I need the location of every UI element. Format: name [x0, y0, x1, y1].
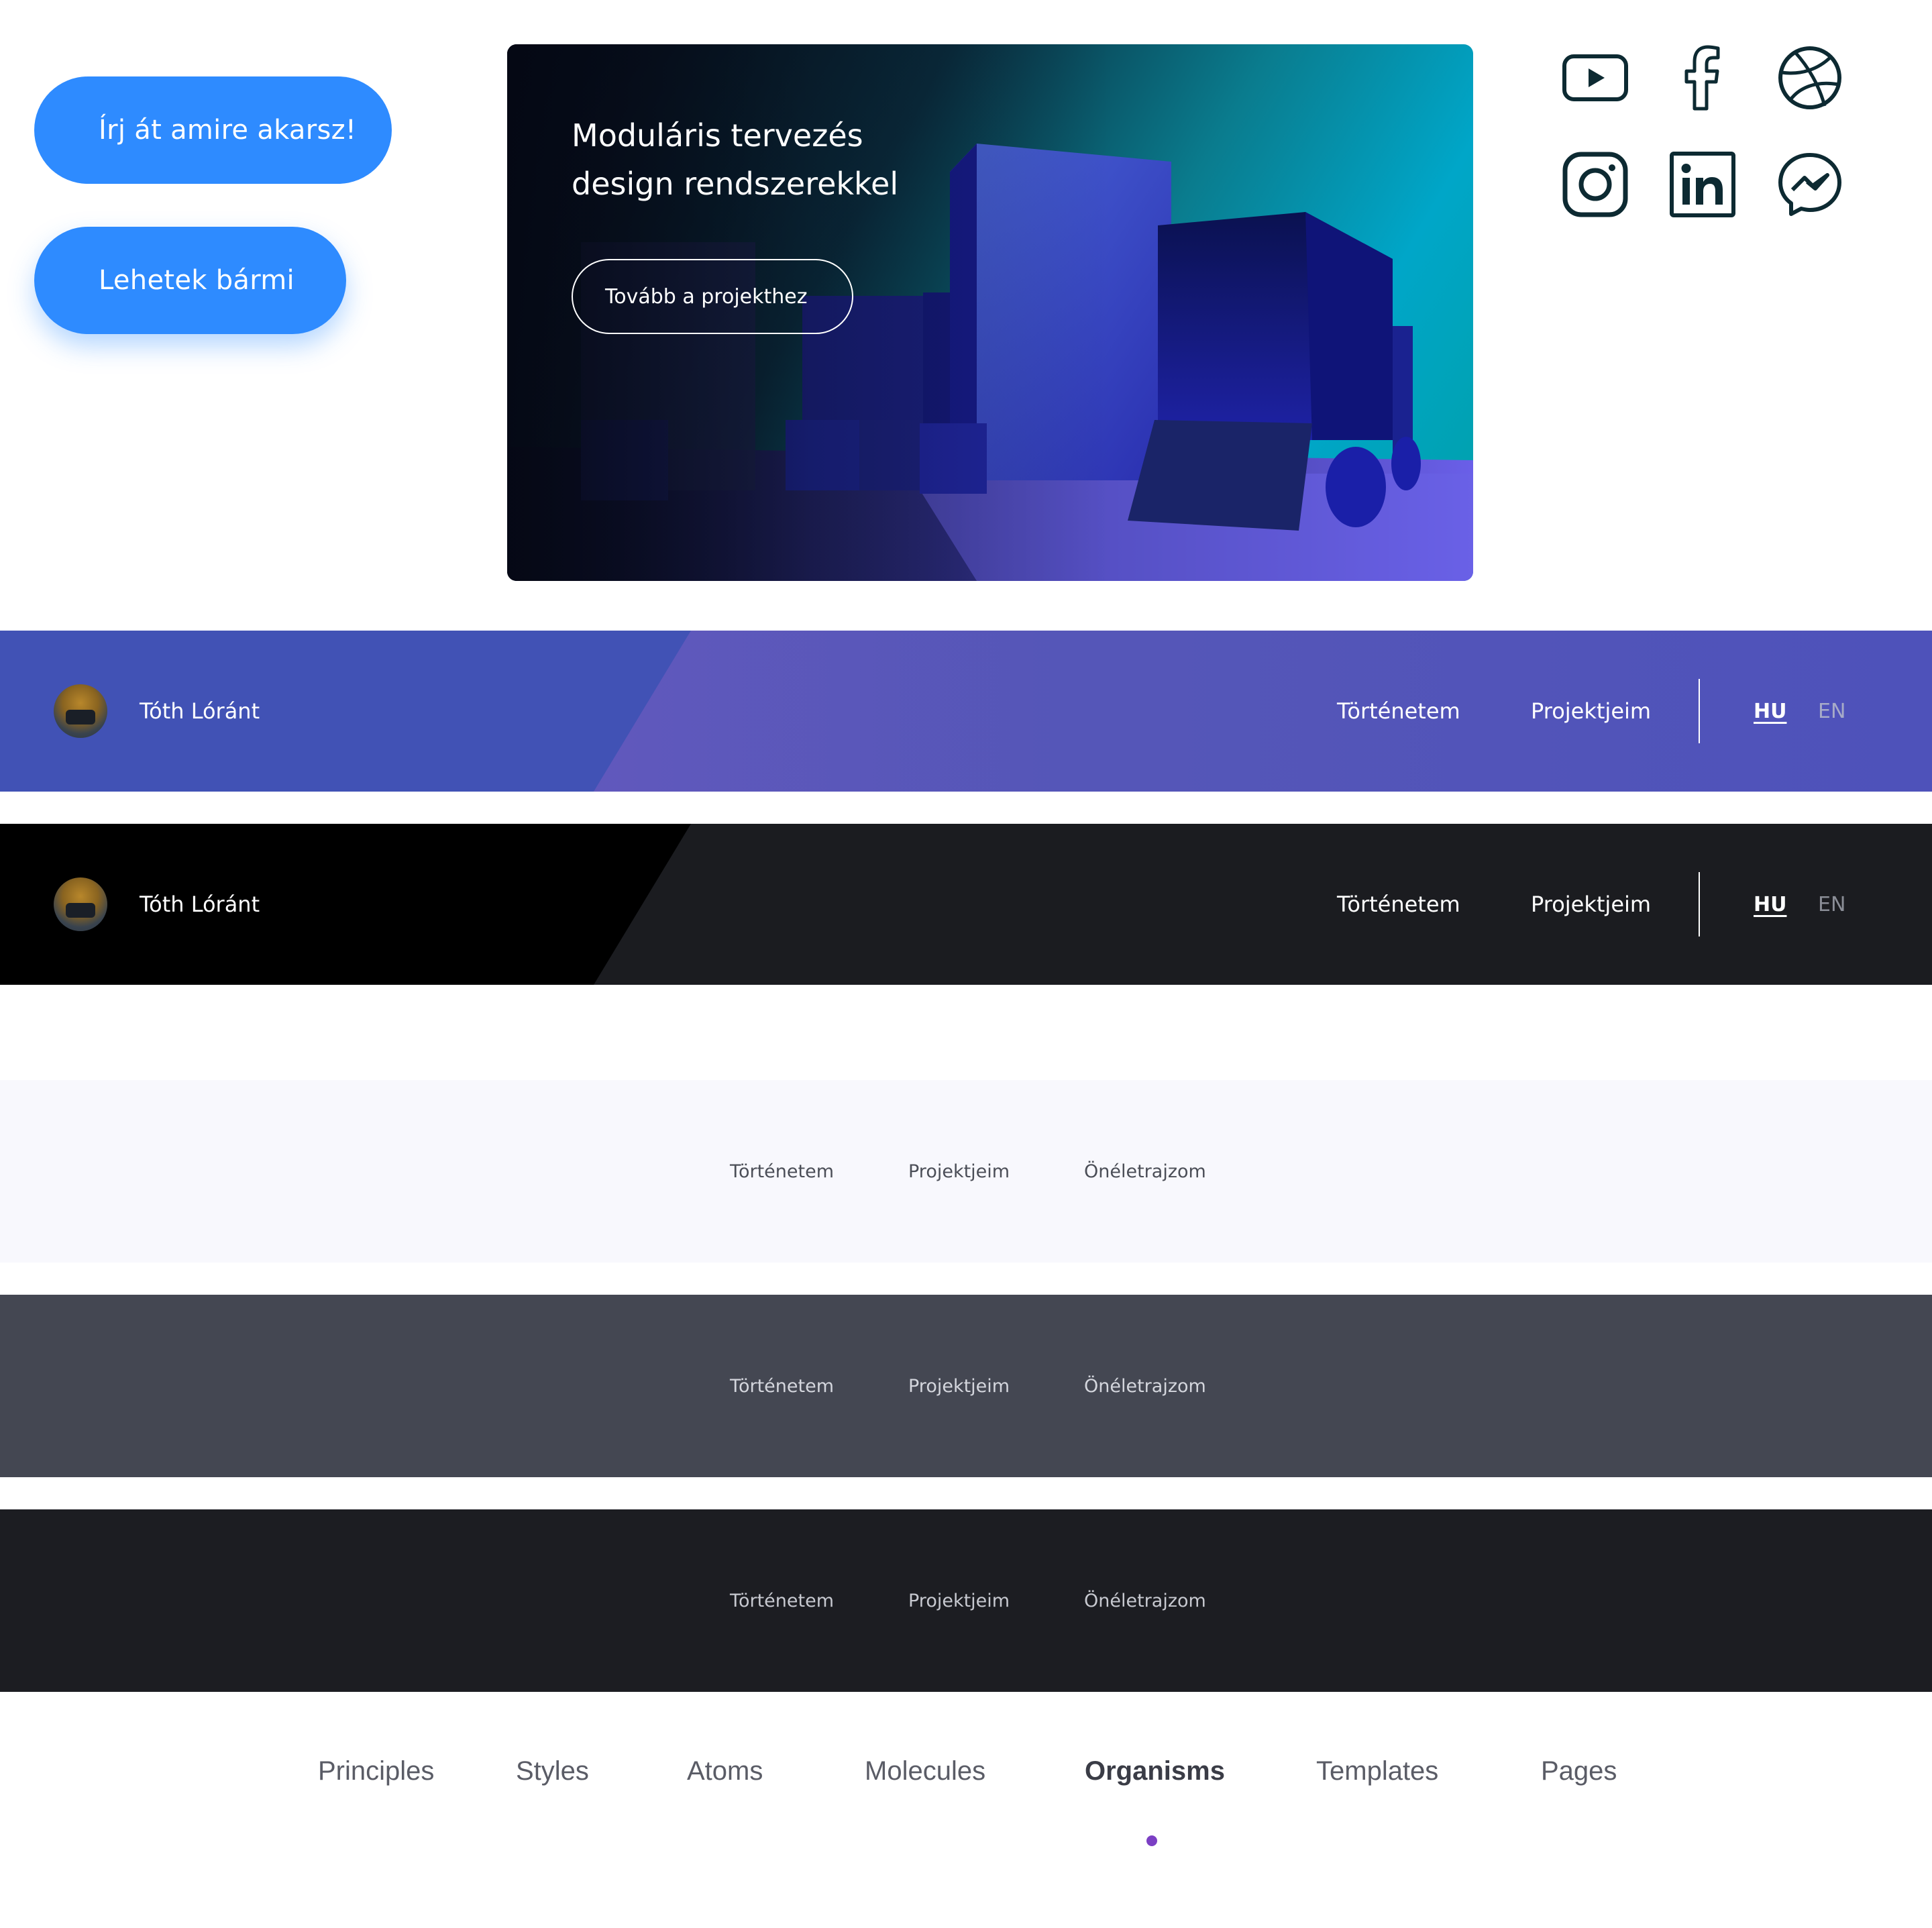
active-tab-indicator: [1146, 1835, 1157, 1846]
nav-link-oneletrajzom[interactable]: Önéletrajzom: [1084, 1295, 1206, 1477]
lang-hu-link[interactable]: HU: [1754, 631, 1786, 792]
nav-divider: [1699, 679, 1700, 743]
tab-styles[interactable]: Styles: [516, 1744, 589, 1798]
lang-hu-link[interactable]: HU: [1754, 824, 1786, 985]
hero-title-line-2: design rendszerekkel: [572, 166, 899, 202]
linkedin-icon[interactable]: [1669, 151, 1736, 218]
primary-pill-button[interactable]: Írj át amire akarsz!: [34, 76, 392, 184]
youtube-icon[interactable]: [1562, 44, 1629, 111]
header-dark: Tóth Lóránt Történetem Projektjeim HU EN: [0, 824, 1932, 985]
hero-title: Moduláris tervezés design rendszerekkel: [572, 111, 947, 208]
nav-bar-light: Történetem Projektjeim Önéletrajzom: [0, 1080, 1932, 1263]
nav-link-projektjeim[interactable]: Projektjeim: [908, 1080, 1010, 1263]
header-name[interactable]: Tóth Lóránt: [140, 631, 260, 792]
tab-atoms[interactable]: Atoms: [687, 1744, 763, 1798]
avatar[interactable]: [54, 877, 107, 931]
lang-en-link[interactable]: EN: [1818, 824, 1845, 985]
primary-pill-label: Írj át amire akarsz!: [99, 115, 357, 146]
header-name[interactable]: Tóth Lóránt: [140, 824, 260, 985]
secondary-pill-button[interactable]: Lehetek bármi: [34, 227, 346, 334]
hero-title-line-1: Moduláris tervezés: [572, 117, 863, 154]
nav-link-tortenetem[interactable]: Történetem: [730, 1295, 834, 1477]
dribbble-icon[interactable]: [1776, 44, 1843, 111]
nav-link-tortenetem[interactable]: Történetem: [730, 1080, 834, 1263]
nav-link-projektjeim[interactable]: Projektjeim: [1531, 824, 1651, 985]
avatar[interactable]: [54, 684, 107, 738]
nav-bar-gray: Történetem Projektjeim Önéletrajzom: [0, 1295, 1932, 1477]
tab-templates[interactable]: Templates: [1316, 1744, 1438, 1798]
messenger-icon[interactable]: [1776, 151, 1843, 218]
secondary-pill-label: Lehetek bármi: [99, 265, 294, 296]
nav-link-projektjeim[interactable]: Projektjeim: [908, 1295, 1010, 1477]
nav-link-projektjeim[interactable]: Projektjeim: [908, 1509, 1010, 1692]
header-blue: Tóth Lóránt Történetem Projektjeim HU EN: [0, 631, 1932, 792]
nav-link-oneletrajzom[interactable]: Önéletrajzom: [1084, 1509, 1206, 1692]
design-system-tabs: Principles Styles Atoms Molecules Organi…: [0, 1744, 1932, 1852]
nav-divider: [1699, 872, 1700, 936]
tab-molecules[interactable]: Molecules: [865, 1744, 985, 1798]
hero-cta-button[interactable]: Tovább a projekthez: [572, 259, 853, 334]
lang-en-link[interactable]: EN: [1818, 631, 1845, 792]
tab-organisms[interactable]: Organisms: [1085, 1744, 1225, 1798]
hero-card: Moduláris tervezés design rendszerekkel …: [507, 44, 1473, 581]
tab-principles[interactable]: Principles: [318, 1744, 434, 1798]
facebook-icon[interactable]: [1669, 44, 1736, 111]
nav-link-tortenetem[interactable]: Történetem: [730, 1509, 834, 1692]
hero-cta-label: Tovább a projekthez: [605, 284, 808, 309]
tab-pages[interactable]: Pages: [1541, 1744, 1617, 1798]
nav-link-projektjeim[interactable]: Projektjeim: [1531, 631, 1651, 792]
instagram-icon[interactable]: [1562, 151, 1629, 218]
nav-link-oneletrajzom[interactable]: Önéletrajzom: [1084, 1080, 1206, 1263]
nav-link-tortenetem[interactable]: Történetem: [1337, 631, 1460, 792]
nav-link-tortenetem[interactable]: Történetem: [1337, 824, 1460, 985]
nav-bar-dark: Történetem Projektjeim Önéletrajzom: [0, 1509, 1932, 1692]
